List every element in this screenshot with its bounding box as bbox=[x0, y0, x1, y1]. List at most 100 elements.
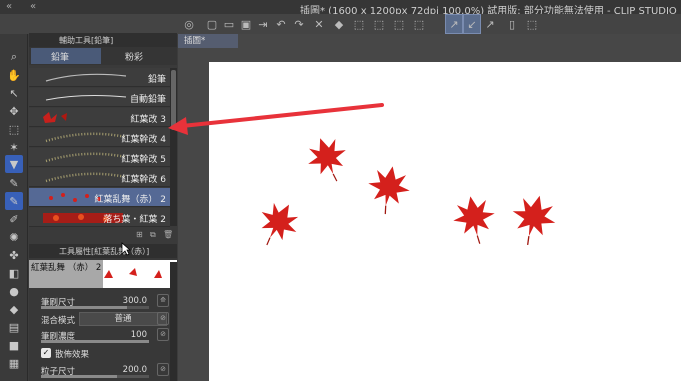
brush-density-value[interactable]: 100 bbox=[131, 330, 147, 340]
sub-tool-header: 輔助工具[鉛筆] bbox=[29, 33, 177, 47]
brush-item[interactable]: 自動鉛筆 bbox=[29, 88, 170, 107]
brush-size-value[interactable]: 300.0 bbox=[123, 296, 147, 306]
ruler-snap-icon[interactable]: ↗ bbox=[481, 14, 499, 34]
brush-icon[interactable]: ✐ bbox=[5, 210, 23, 228]
fill-icon[interactable]: ◆ bbox=[330, 14, 348, 34]
blend-mode-value: 普通 bbox=[114, 314, 132, 324]
delete-sub-tool-icon[interactable]: 🗑 bbox=[163, 230, 173, 239]
transform-icon[interactable]: ⬚ bbox=[350, 14, 368, 34]
brush-stroke-preview bbox=[45, 172, 127, 183]
mouse-cursor bbox=[121, 242, 131, 256]
clear-icon[interactable]: ✕ bbox=[310, 14, 328, 34]
brush-density-slider[interactable] bbox=[41, 340, 149, 343]
clip-studio-icon[interactable]: ◎ bbox=[180, 14, 198, 34]
document-tab-label: 插圖* bbox=[184, 36, 206, 46]
document-tab[interactable]: 插圖* bbox=[178, 34, 238, 48]
figure-icon[interactable]: ■ bbox=[5, 336, 23, 354]
maple-leaf bbox=[248, 194, 307, 256]
gradient-icon[interactable]: ▤ bbox=[5, 318, 23, 336]
scatter-checkbox[interactable]: ✓ bbox=[41, 348, 51, 358]
blend-mode-dropdown-icon[interactable]: ⊘ bbox=[157, 312, 169, 325]
panel-expand-icon[interactable]: « bbox=[6, 1, 12, 12]
blend-mode-label: 混合模式 bbox=[41, 316, 76, 326]
undo-icon[interactable]: ↶ bbox=[272, 14, 290, 34]
particle-size-dynamics-icon[interactable]: ⊘ bbox=[157, 363, 169, 376]
brush-label: 紅葉乱舞（赤） 2 bbox=[94, 195, 166, 205]
pencil-tool-icon[interactable]: ✎ bbox=[5, 192, 23, 210]
copy-sub-tool-icon[interactable]: ⧉ bbox=[150, 230, 156, 240]
panel-collapse-icon[interactable]: « bbox=[30, 1, 36, 12]
tool-property-header: 工具屬性[紅葉乱舞（赤）] bbox=[29, 244, 177, 258]
brush-stroke-preview bbox=[45, 95, 127, 101]
brush-size-slider[interactable] bbox=[41, 306, 149, 309]
hand-icon[interactable]: ✋ bbox=[5, 66, 23, 84]
brush-density-dynamics-icon[interactable]: ⊘ bbox=[157, 328, 169, 341]
redo-icon[interactable]: ↷ bbox=[290, 14, 308, 34]
brush-label: 紅葉幹改 5 bbox=[121, 155, 166, 165]
snap-curve-icon[interactable]: ↙ bbox=[463, 14, 481, 34]
brush-stroke-preview bbox=[43, 112, 67, 123]
brush-label: 紅葉幹改 6 bbox=[121, 175, 166, 185]
brush-item[interactable]: 紅葉改 3 bbox=[29, 108, 170, 127]
stamp-icon[interactable]: ✤ bbox=[5, 246, 23, 264]
brush-stroke-preview bbox=[45, 152, 127, 163]
move-layer-icon[interactable]: ✥ bbox=[5, 102, 23, 120]
brush-stroke-preview bbox=[45, 73, 127, 82]
tab-pastel-label: 粉彩 bbox=[125, 52, 144, 63]
particle-size-row: 粒子尺寸 200.0 ⊘ bbox=[29, 361, 177, 379]
brush-preview-stroke bbox=[104, 268, 162, 278]
new-sub-tool-icon[interactable]: ⊞ bbox=[136, 230, 143, 239]
brush-list-scrollbar[interactable] bbox=[170, 68, 177, 226]
blend-icon[interactable]: ● bbox=[5, 282, 23, 300]
fill-tool-icon[interactable]: ◆ bbox=[5, 300, 23, 318]
maple-leaf bbox=[504, 189, 562, 251]
brush-item[interactable]: 紅葉幹改 6 bbox=[29, 168, 170, 187]
eraser-icon[interactable]: ◧ bbox=[5, 264, 23, 282]
invert-selection-icon[interactable]: ⬚ bbox=[390, 14, 408, 34]
brush-preview: 紅葉乱舞 （赤） 2 bbox=[29, 260, 177, 288]
object-select-icon[interactable]: ↖ bbox=[5, 84, 23, 102]
maple-leaf bbox=[449, 192, 501, 249]
sub-tool-tabs: 鉛筆 粉彩 bbox=[29, 47, 177, 65]
property-scrollbar[interactable] bbox=[170, 262, 177, 381]
brush-item[interactable]: 落ち葉・紅葉 2 bbox=[29, 208, 170, 227]
brush-item[interactable]: 紅葉幹改 4 bbox=[29, 128, 170, 147]
sub-tool-header-label: 輔助工具[鉛筆] bbox=[59, 35, 114, 45]
brush-size-dynamics-icon[interactable]: ⟰ bbox=[157, 294, 169, 307]
new-file-icon[interactable]: ▢ bbox=[203, 14, 221, 34]
decoration-tool-icon[interactable]: ▼ bbox=[5, 155, 23, 173]
zoom-icon[interactable]: ⌕ bbox=[5, 48, 23, 66]
maple-leaf bbox=[362, 162, 414, 219]
annotation-arrow bbox=[168, 103, 384, 135]
brush-item[interactable]: 紅葉幹改 5 bbox=[29, 148, 170, 167]
settings-icon[interactable]: ⬚ bbox=[523, 14, 541, 34]
particle-size-value[interactable]: 200.0 bbox=[123, 365, 147, 375]
crop-icon[interactable]: ⬚ bbox=[410, 14, 428, 34]
particle-size-slider[interactable] bbox=[41, 375, 149, 378]
tab-pencil-label: 鉛筆 bbox=[51, 52, 70, 63]
brush-label: 落ち葉・紅葉 2 bbox=[103, 215, 166, 225]
magic-wand-icon[interactable]: ✶ bbox=[5, 138, 23, 156]
blend-mode-select[interactable]: 普通 bbox=[79, 312, 167, 326]
device-icon[interactable]: ▯ bbox=[503, 14, 521, 34]
airbrush-icon[interactable]: ✺ bbox=[5, 228, 23, 246]
brush-preview-label: 紅葉乱舞 （赤） 2 bbox=[31, 263, 102, 273]
brush-label: 鉛筆 bbox=[147, 75, 166, 85]
text-icon[interactable]: ▦ bbox=[5, 354, 23, 372]
brush-stroke-preview bbox=[45, 132, 127, 143]
stabilizer-icon[interactable]: ↗ bbox=[445, 14, 463, 34]
export-icon[interactable]: ⇥ bbox=[254, 14, 272, 34]
pen-icon[interactable]: ✎ bbox=[5, 174, 23, 192]
scatter-label: 散佈效果 bbox=[55, 350, 90, 360]
open-file-icon[interactable]: ▭ bbox=[220, 14, 238, 34]
save-icon[interactable]: ▣ bbox=[237, 14, 255, 34]
tool-property-header-label: 工具屬性[紅葉乱舞（赤）] bbox=[59, 246, 150, 256]
brush-item[interactable]: 鉛筆 bbox=[29, 68, 170, 87]
tab-pastel[interactable]: 粉彩 bbox=[105, 48, 173, 64]
brush-item-selected[interactable]: 紅葉乱舞（赤） 2 bbox=[29, 188, 170, 207]
deselect-icon[interactable]: ⬚ bbox=[370, 14, 388, 34]
selection-icon[interactable]: ⬚ bbox=[5, 120, 23, 138]
clip-studio-window: « « 插圖* (1600 x 1200px 72dpi 100.0%) 試用版… bbox=[0, 0, 681, 381]
brush-size-row: 筆刷尺寸 300.0 ⟰ bbox=[29, 292, 177, 310]
tab-pencil[interactable]: 鉛筆 bbox=[31, 48, 101, 64]
